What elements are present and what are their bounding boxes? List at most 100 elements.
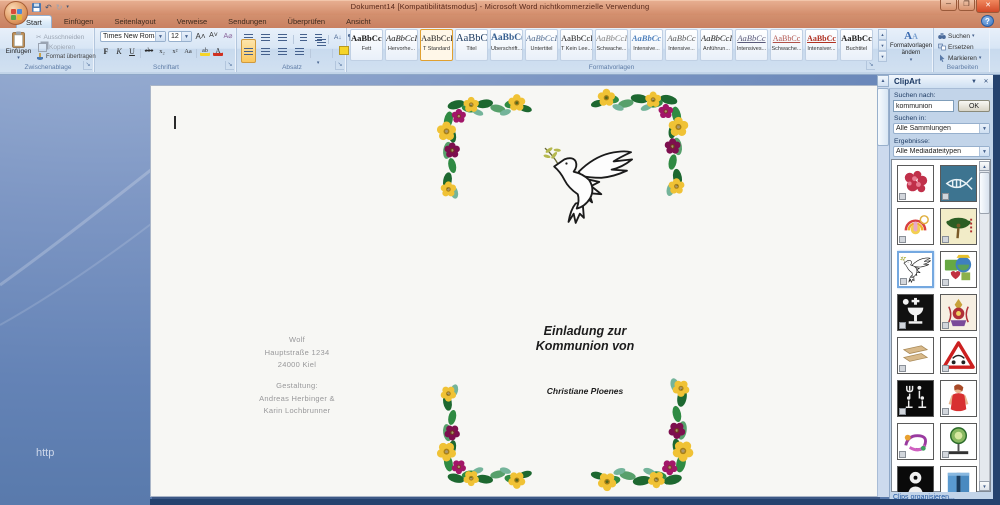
clipart-thumb-chalice-figures-dark[interactable] <box>897 380 934 417</box>
style-item-intensive[interactable]: AaBbCcIntensive... <box>630 29 663 61</box>
clear-formatting-button[interactable]: A⌀ <box>222 31 234 42</box>
tab-einfu-gen[interactable]: Einfügen <box>55 15 103 28</box>
style-item-schwache[interactable]: AaBbCcISchwache... <box>595 29 628 61</box>
clipart-thumb-blue-panels[interactable] <box>940 466 977 492</box>
save-icon[interactable] <box>32 3 41 12</box>
results-scroll-up-icon[interactable]: ▲ <box>979 161 990 171</box>
pane-menu-icon[interactable]: ▼ <box>968 77 980 89</box>
style-name: Hervorhe... <box>386 46 417 53</box>
strikethrough-button[interactable]: abc <box>143 45 155 57</box>
style-item-intensiver[interactable]: AaBbCcIntensiver... <box>805 29 838 61</box>
font-dialog-launcher[interactable]: ↘ <box>225 61 234 70</box>
clipart-thumb-palm-tree[interactable] <box>940 208 977 245</box>
change-styles-button[interactable]: AA Formatvorlagen ändern ▾ <box>889 29 933 65</box>
chevron-down-icon: ▾ <box>972 33 975 39</box>
chevron-down-icon: ▼ <box>979 147 989 156</box>
pane-close-icon[interactable]: ✕ <box>980 77 992 89</box>
paragraph-dialog-launcher[interactable]: ↘ <box>335 61 344 70</box>
dove-image[interactable] <box>536 144 640 226</box>
media-types-select[interactable]: Alle Mediadateitypen▼ <box>893 146 990 157</box>
justify-button[interactable] <box>292 39 307 63</box>
collections-select[interactable]: Alle Sammlungen▼ <box>893 123 990 134</box>
align-right-button[interactable] <box>275 39 290 63</box>
style-name: Schwache... <box>771 46 802 53</box>
cut-button[interactable]: ✂Ausschneiden <box>36 32 84 42</box>
clipart-thumb-peace-dove[interactable] <box>897 251 934 288</box>
clipart-thumb-wood-planks[interactable] <box>897 337 934 374</box>
clipart-thumb-christian-fish[interactable] <box>940 165 977 202</box>
close-button[interactable]: ✕ <box>976 0 1000 13</box>
style-item-intensive[interactable]: AaBbCcIntensive... <box>665 29 698 61</box>
align-left-button[interactable] <box>241 39 256 63</box>
undo-icon[interactable]: ↶ <box>45 3 52 12</box>
chevron-down-icon: ▾ <box>910 57 913 64</box>
office-button[interactable] <box>4 1 28 25</box>
style-item-u-berschrift[interactable]: AaBbC(Überschrift... <box>490 29 523 61</box>
style-item-intensives[interactable]: AaBbCcIntensives... <box>735 29 768 61</box>
restore-button[interactable]: ❐ <box>958 0 975 11</box>
find-button[interactable]: Suchen▾ <box>938 31 975 41</box>
replace-button[interactable]: Ersetzen <box>938 42 974 52</box>
tab-seitenlayout[interactable]: Seitenlayout <box>105 15 164 28</box>
results-scrollbar-thumb[interactable] <box>979 172 990 214</box>
bold-button[interactable]: F <box>100 45 112 57</box>
font-family-combo[interactable]: Times New Roman▼ <box>100 31 166 42</box>
scrollbar-thumb[interactable] <box>877 88 889 146</box>
group-styles-label: Formatvorlagen <box>348 64 875 71</box>
clipart-thumb-ornate-emblem[interactable] <box>940 294 977 331</box>
select-button[interactable]: Markieren▾ <box>938 53 981 63</box>
qat-dropdown-icon[interactable]: ▾ <box>66 3 69 12</box>
clipart-thumb-round-sign-post[interactable] <box>940 423 977 460</box>
style-item-hervorhe[interactable]: AaBbCcIHervorhe... <box>385 29 418 61</box>
results-scroll-down-icon[interactable]: ▼ <box>979 481 990 491</box>
clipart-search-input[interactable] <box>893 100 954 112</box>
style-item-fett[interactable]: AaBbCcIFett <box>350 29 383 61</box>
clipart-thumb-communion-chalice[interactable] <box>897 294 934 331</box>
subscript-button[interactable]: x₂ <box>156 45 168 57</box>
clipart-thumb-woman-red-dress[interactable] <box>940 380 977 417</box>
style-item-t-standard[interactable]: AaBbCcIT Standard <box>420 29 453 61</box>
style-sample: AaBbC( <box>456 30 487 46</box>
clipart-thumb-purple-swirl[interactable] <box>897 423 934 460</box>
style-sample: AaBbCc <box>666 30 697 46</box>
font-color-button[interactable]: A <box>212 45 224 57</box>
office-logo-red <box>11 9 16 14</box>
grow-font-button[interactable]: A˄ <box>194 31 207 42</box>
paste-button[interactable]: Einfügen ▾ <box>4 30 33 63</box>
style-item-titel[interactable]: AaBbC(Titel <box>455 29 488 61</box>
shrink-font-button[interactable]: A˅ <box>207 31 220 42</box>
tab-ansicht[interactable]: Ansicht <box>337 15 380 28</box>
gallery-more[interactable]: ▼ <box>878 51 887 62</box>
highlight-button[interactable]: ab <box>199 45 211 57</box>
minimize-button[interactable]: ─ <box>940 0 957 11</box>
font-size-combo[interactable]: 12▼ <box>168 31 192 42</box>
change-case-button[interactable]: Aa <box>182 45 194 57</box>
italic-button[interactable]: K <box>113 45 125 57</box>
tab-verweise[interactable]: Verweise <box>168 15 216 28</box>
align-right-icon <box>278 48 287 55</box>
clipart-thumb-praying-figure-dark[interactable] <box>897 466 934 492</box>
style-item-anfu-hrun[interactable]: AaBbCcIAnführun... <box>700 29 733 61</box>
office-logo-yellow <box>17 15 22 20</box>
clipart-thumb-red-floral-figure[interactable] <box>897 165 934 202</box>
help-icon[interactable]: ? <box>981 15 994 27</box>
style-item-buchtitel[interactable]: AaBbCcBuchtitel <box>840 29 873 61</box>
clipart-thumb-warning-triangle-sign[interactable] <box>940 337 977 374</box>
binoculars-icon <box>938 32 946 40</box>
clipart-thumb-globe-heart-collage[interactable] <box>940 251 977 288</box>
gallery-scroll-up[interactable]: ▲ <box>878 29 887 40</box>
styles-dialog-launcher[interactable]: ↘ <box>866 61 875 70</box>
clipboard-dialog-launcher[interactable]: ↘ <box>83 61 92 70</box>
ok-button[interactable]: OK <box>958 100 990 112</box>
align-center-button[interactable] <box>258 39 273 63</box>
style-item-schwache[interactable]: AaBbCcSchwache... <box>770 29 803 61</box>
copy-button[interactable]: Kopieren <box>36 42 75 52</box>
gallery-scroll-down[interactable]: ▼ <box>878 40 887 51</box>
superscript-button[interactable]: x² <box>169 45 181 57</box>
style-item-untertitel[interactable]: AaBbCcIUntertitel <box>525 29 558 61</box>
redo-icon[interactable]: ↻ <box>56 3 63 12</box>
underline-button[interactable]: U <box>126 45 138 57</box>
style-item-t-kein-lee[interactable]: AaBbCcIT Kein Lee... <box>560 29 593 61</box>
clipart-thumb-rainbow-candle[interactable] <box>897 208 934 245</box>
scroll-up-icon[interactable]: ▲ <box>877 75 889 87</box>
